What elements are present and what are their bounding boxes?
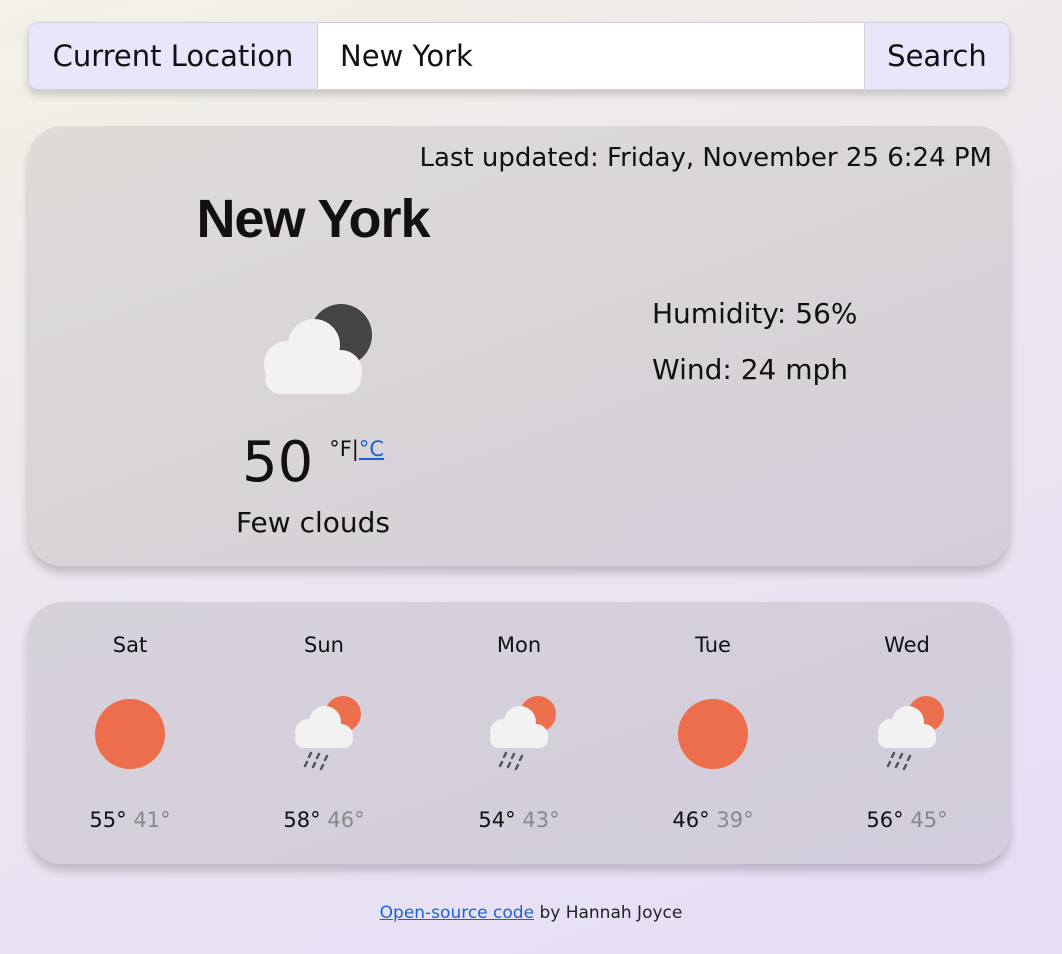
forecast-temps: 56° 45° (810, 808, 1004, 832)
humidity-text: Humidity: 56% (652, 297, 858, 330)
footer-author: by Hannah Joyce (534, 903, 683, 923)
temperature-row: 50 °F|°C (138, 431, 488, 495)
forecast-high: 54° (478, 808, 516, 832)
weather-description: Few clouds (235, 506, 390, 539)
last-updated-text: Last updated: Friday, November 25 6:24 P… (419, 143, 992, 173)
forecast-day-name: Tue (695, 633, 731, 657)
city-name: New York (196, 189, 430, 249)
current-location-button[interactable]: Current Location (29, 23, 318, 89)
search-bar: Current Location Search (28, 22, 1010, 90)
forecast-low: 45° (910, 808, 948, 832)
forecast-low: 41° (133, 808, 171, 832)
forecast-day: Wed 56° 45° (810, 602, 1004, 864)
few-clouds-night-icon (264, 304, 372, 394)
search-button[interactable]: Search (864, 23, 1009, 89)
wind-text: Wind: 24 mph (652, 353, 849, 386)
forecast-high: 55° (89, 808, 127, 832)
forecast-high: 56° (866, 808, 904, 832)
forecast-temps: 46° 39° (616, 808, 810, 832)
forecast-day: Tue 46° 39° (616, 602, 810, 864)
rain-sun-icon (295, 696, 361, 771)
current-weather-card: Last updated: Friday, November 25 6:24 P… (28, 126, 1010, 566)
rain-sun-icon (878, 696, 944, 771)
forecast-day: Sat 55° 41° (33, 602, 227, 864)
source-code-link[interactable]: Open-source code (380, 903, 534, 923)
forecast-temps: 55° 41° (33, 808, 227, 832)
forecast-low: 46° (327, 808, 365, 832)
forecast-high: 46° (672, 808, 710, 832)
unit-separator: | (351, 437, 359, 461)
forecast-day-name: Sat (112, 633, 148, 657)
forecast-temps: 58° 46° (227, 808, 421, 832)
forecast-day-name: Sun (304, 633, 344, 657)
forecast-temps: 54° 43° (422, 808, 616, 832)
forecast-day: Mon 54° 43° (422, 602, 616, 864)
forecast-day-name: Wed (884, 633, 930, 657)
forecast-low: 43° (522, 808, 560, 832)
forecast-day-name: Mon (496, 633, 542, 657)
celsius-link[interactable]: °C (359, 437, 384, 461)
forecast-card: Sat 55° 41° Sun 58° 46° Mon 54° 43° Tue … (28, 602, 1010, 864)
sun-icon (678, 699, 748, 769)
city-search-input[interactable] (318, 23, 864, 89)
current-temperature: 50 (241, 430, 314, 495)
forecast-high: 58° (283, 808, 321, 832)
forecast-day: Sun 58° 46° (227, 602, 421, 864)
rain-sun-icon (490, 696, 556, 771)
sun-icon (95, 699, 165, 769)
fahrenheit-label: °F (329, 437, 352, 461)
forecast-low: 39° (716, 808, 754, 832)
footer: Open-source code by Hannah Joyce (0, 903, 1062, 923)
unit-toggle: °F|°C (329, 437, 384, 461)
